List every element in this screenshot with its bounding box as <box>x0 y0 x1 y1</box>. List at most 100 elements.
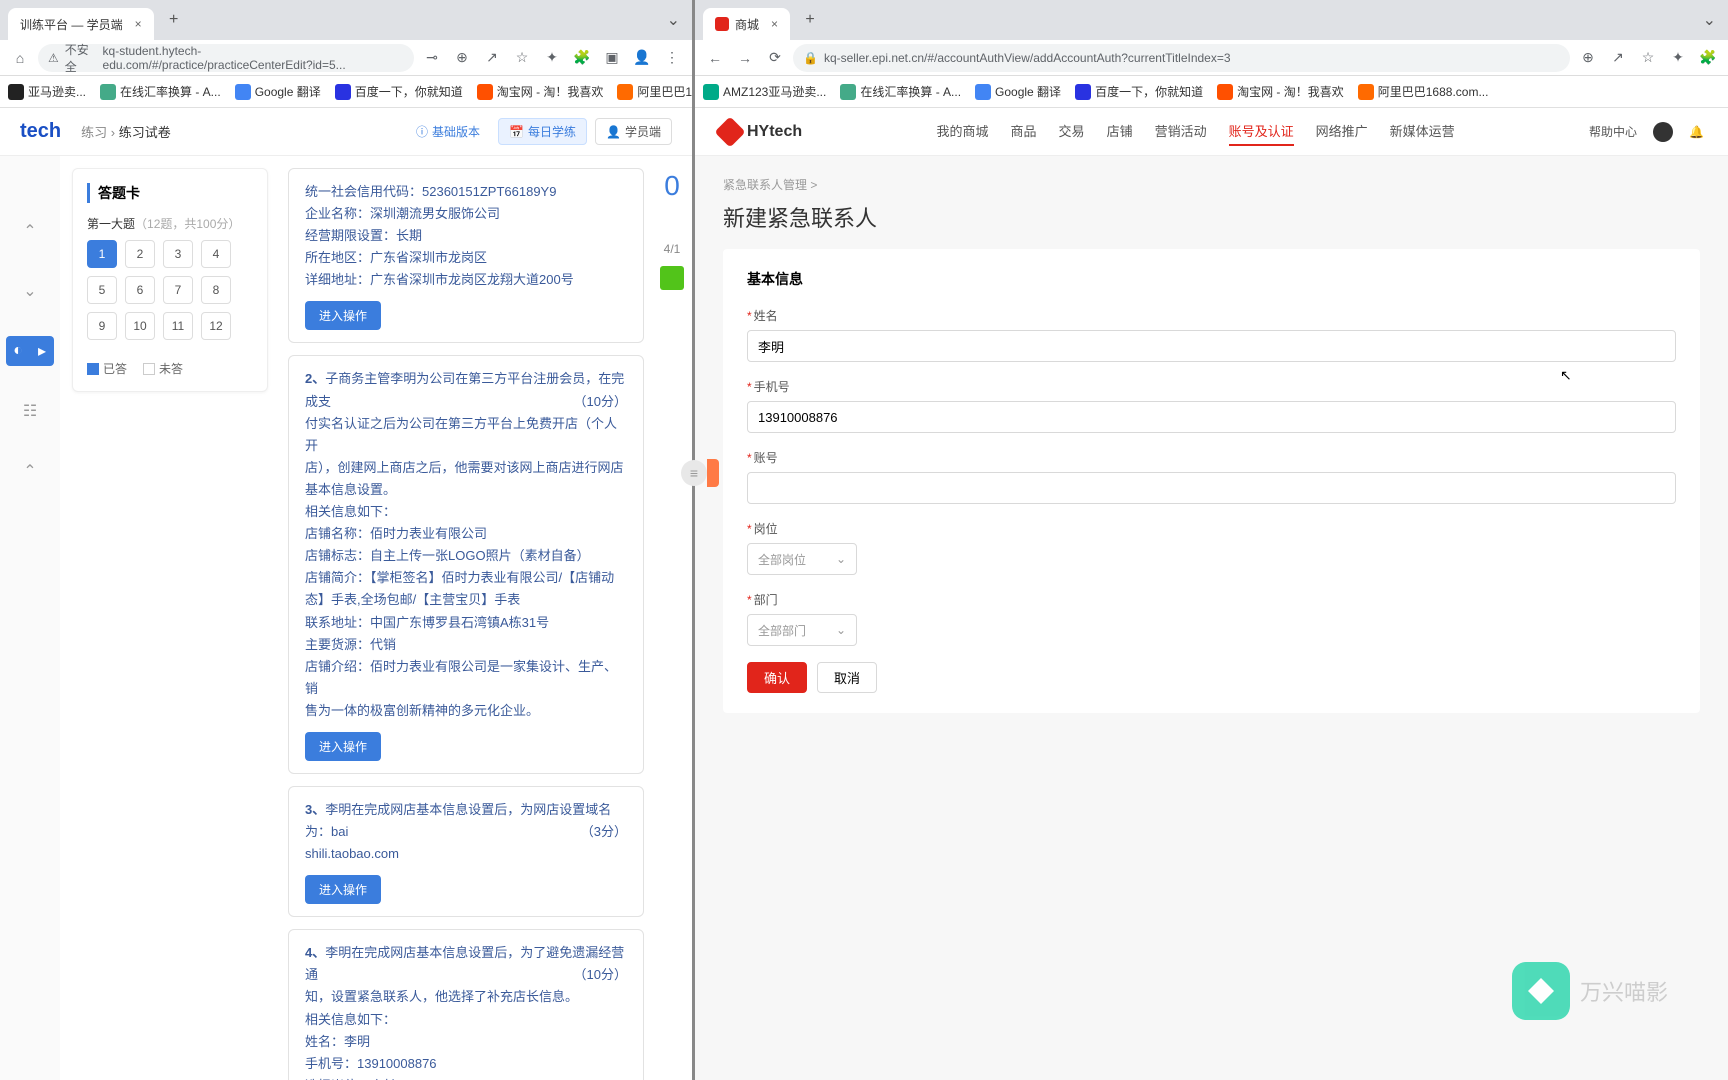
zoom-icon[interactable]: ⊕ <box>450 46 474 70</box>
nav-item[interactable]: 网络推广 <box>1316 117 1368 146</box>
tab-dropdown-icon[interactable]: ⌄ <box>667 10 680 30</box>
extension-icon[interactable]: ✦ <box>540 46 564 70</box>
nav-item[interactable]: 店铺 <box>1107 117 1133 146</box>
panel-title: 基本信息 <box>747 269 1676 289</box>
back-icon[interactable]: ← <box>703 46 727 70</box>
new-tab-button[interactable]: + <box>162 8 186 32</box>
bookmark[interactable]: 淘宝网 - 淘！我喜欢 <box>477 83 604 100</box>
side-nav-item[interactable]: ☷ <box>6 396 54 426</box>
logo: HYtech <box>719 121 802 143</box>
share-icon[interactable]: ↗ <box>480 46 504 70</box>
bookmark[interactable]: 阿里巴巴1688.com... <box>617 83 692 100</box>
address-bar[interactable]: 🔒 kq-seller.epi.net.cn/#/accountAuthView… <box>793 44 1570 72</box>
question-num[interactable]: 5 <box>87 276 117 304</box>
version-label: ⓘ 基础版本 <box>406 118 490 145</box>
profile-icon[interactable]: 👤 <box>630 46 654 70</box>
bookmark[interactable]: 在线汇率换算 - A... <box>840 83 961 100</box>
answer-card: 答题卡 第一大题（12题，共100分） 1 2 3 4 5 6 7 8 9 <box>72 168 268 392</box>
new-tab-button[interactable]: + <box>798 8 822 32</box>
panel-icon[interactable]: ▣ <box>600 46 624 70</box>
close-icon[interactable]: × <box>771 17 778 31</box>
progress-column: 0 4/1 <box>652 156 692 1080</box>
chevron-down-icon[interactable]: ⌄ <box>6 276 54 306</box>
card-title: 答题卡 <box>87 183 253 203</box>
favicon <box>235 84 251 100</box>
home-icon[interactable]: ⌂ <box>8 46 32 70</box>
close-icon[interactable]: × <box>135 17 142 31</box>
question-num[interactable]: 2 <box>125 240 155 268</box>
question-num[interactable]: 10 <box>125 312 155 340</box>
chevron-down-icon: ⌄ <box>836 623 846 637</box>
enter-operation-button[interactable]: 进入操作 <box>305 301 381 330</box>
nav-item-active[interactable]: 账号及认证 <box>1229 117 1294 146</box>
bookmark[interactable]: AMZ123亚马逊卖... <box>703 83 826 100</box>
bookmark[interactable]: 在线汇率换算 - A... <box>100 83 221 100</box>
department-select[interactable]: 全部部门⌄ <box>747 614 857 646</box>
bookmark[interactable]: 百度一下，你就知道 <box>335 83 463 100</box>
account-input[interactable] <box>747 472 1676 504</box>
zoom-icon[interactable]: ⊕ <box>1576 46 1600 70</box>
enter-operation-button[interactable]: 进入操作 <box>305 875 381 904</box>
status-indicator[interactable] <box>660 266 684 290</box>
section-label: 第一大题（12题，共100分） <box>87 215 253 232</box>
chevron-up-icon[interactable]: ⌃ <box>6 216 54 246</box>
chevron-up-icon[interactable]: ⌃ <box>6 456 54 486</box>
question-num[interactable]: 11 <box>163 312 193 340</box>
tab-dropdown-icon[interactable]: ⌄ <box>1703 10 1716 30</box>
question-num[interactable]: 7 <box>163 276 193 304</box>
question-num[interactable]: 6 <box>125 276 155 304</box>
enter-operation-button[interactable]: 进入操作 <box>305 732 381 761</box>
side-nav-active[interactable]: ◐▸ <box>6 336 54 366</box>
favicon <box>335 84 351 100</box>
key-icon[interactable]: ⊸ <box>420 46 444 70</box>
bookmark[interactable]: Google 翻译 <box>235 83 321 100</box>
puzzle-icon[interactable]: 🧩 <box>1696 46 1720 70</box>
phone-input[interactable] <box>747 401 1676 433</box>
bookmark[interactable]: Google 翻译 <box>975 83 1061 100</box>
bookmark[interactable]: 阿里巴巴1688.com... <box>1358 83 1489 100</box>
nav-item[interactable]: 营销活动 <box>1155 117 1207 146</box>
question-num[interactable]: 3 <box>163 240 193 268</box>
browser-tab[interactable]: 训练平台 — 学员端 × <box>8 8 154 40</box>
star-icon[interactable]: ☆ <box>1636 46 1660 70</box>
question-num[interactable]: 12 <box>201 312 231 340</box>
question-num[interactable]: 4 <box>201 240 231 268</box>
url-text: kq-seller.epi.net.cn/#/accountAuthView/a… <box>824 51 1231 65</box>
address-bar[interactable]: ⚠ 不安全 kq-student.hytech-edu.com/#/practi… <box>38 44 414 72</box>
forward-icon[interactable]: → <box>733 46 757 70</box>
share-icon[interactable]: ↗ <box>1606 46 1630 70</box>
question-num[interactable]: 1 <box>87 240 117 268</box>
question-card: 4、李明在完成网店基本信息设置后，为了避免遗漏经营通（10分） 知，设置紧急联系… <box>288 929 644 1080</box>
cancel-button[interactable]: 取消 <box>817 662 877 693</box>
reload-icon[interactable]: ⟳ <box>763 46 787 70</box>
split-handle[interactable]: ≡ <box>681 460 707 486</box>
bookmark[interactable]: 亚马逊卖... <box>8 83 86 100</box>
expand-handle-icon[interactable] <box>707 459 719 487</box>
hamburger-icon[interactable]: ≡ <box>681 460 707 486</box>
bell-icon[interactable]: 🔔 <box>1689 125 1704 139</box>
favicon <box>840 84 856 100</box>
star-icon[interactable]: ☆ <box>510 46 534 70</box>
app-header-right: HYtech 我的商城 商品 交易 店铺 营销活动 账号及认证 网络推广 新媒体… <box>695 108 1728 156</box>
confirm-button[interactable]: 确认 <box>747 662 807 693</box>
student-button[interactable]: 👤 学员端 <box>595 118 672 145</box>
nav-item[interactable]: 商品 <box>1011 117 1037 146</box>
menu-icon[interactable]: ⋮ <box>660 46 684 70</box>
position-select[interactable]: 全部岗位⌄ <box>747 543 857 575</box>
chat-icon[interactable] <box>1653 122 1673 142</box>
puzzle-icon[interactable]: 🧩 <box>570 46 594 70</box>
nav-item[interactable]: 新媒体运营 <box>1390 117 1455 146</box>
nav-item[interactable]: 我的商城 <box>937 117 989 146</box>
name-input[interactable] <box>747 330 1676 362</box>
browser-tab[interactable]: 商城 × <box>703 8 790 40</box>
bookmark[interactable]: 淘宝网 - 淘！我喜欢 <box>1217 83 1344 100</box>
daily-practice-button[interactable]: 📅 每日学练 <box>498 118 587 145</box>
breadcrumb[interactable]: 紧急联系人管理 > <box>723 176 1700 193</box>
extension-icon[interactable]: ✦ <box>1666 46 1690 70</box>
form-panel: 基本信息 *姓名 *手机号 *账号 *岗位 全部岗位⌄ <box>723 249 1700 713</box>
nav-item[interactable]: 交易 <box>1059 117 1085 146</box>
help-link[interactable]: 帮助中心 <box>1589 123 1637 140</box>
bookmark[interactable]: 百度一下，你就知道 <box>1075 83 1203 100</box>
question-num[interactable]: 9 <box>87 312 117 340</box>
question-num[interactable]: 8 <box>201 276 231 304</box>
